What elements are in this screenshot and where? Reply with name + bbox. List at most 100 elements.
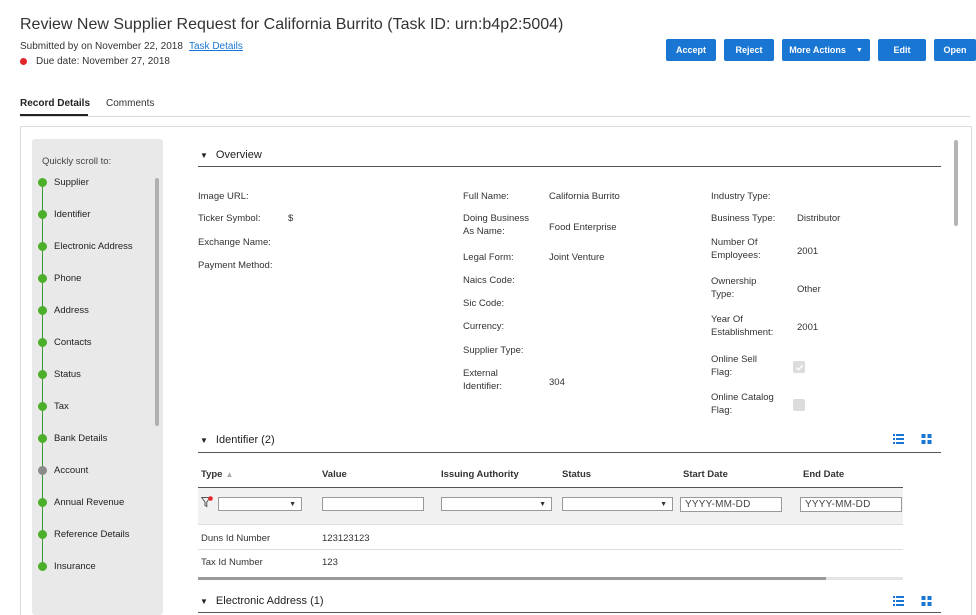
sidebar-item-tax[interactable]: Tax [38, 401, 69, 412]
business-type-label: Business Type: [711, 213, 776, 224]
page-title: Review New Supplier Request for Californ… [20, 16, 564, 33]
sidebar-scrollbar[interactable] [155, 178, 159, 426]
electronic-address-section-toggle[interactable]: ▼ Electronic Address (1) [200, 595, 324, 607]
status-dot [38, 306, 47, 315]
content-scrollbar[interactable] [954, 140, 958, 226]
ticker-symbol-label: Ticker Symbol: [198, 213, 261, 224]
status-dot [38, 178, 47, 187]
ownership-type-value: Other [797, 284, 821, 295]
overview-heading: Overview [215, 149, 262, 161]
sidebar-item-electronic-address[interactable]: Electronic Address [38, 241, 133, 252]
sidebar-item-address[interactable]: Address [38, 305, 89, 316]
status-filter-select[interactable]: ▼ [562, 497, 673, 511]
status-dot [38, 274, 47, 283]
column-header-issuing-authority[interactable]: Issuing Authority [441, 469, 519, 480]
sort-up-icon: ▲ [225, 470, 234, 479]
sidebar-item-annual-revenue[interactable]: Annual Revenue [38, 497, 124, 508]
list-view-icon[interactable] [893, 434, 904, 444]
task-details-link[interactable]: Task Details [189, 41, 243, 52]
identifier-section-toggle[interactable]: ▼ Identifier (2) [200, 434, 275, 446]
ownership-type-label: Ownership Type: [711, 276, 757, 300]
status-dot [38, 562, 47, 571]
column-header-value[interactable]: Value [322, 469, 347, 480]
open-label: Open [943, 45, 967, 55]
more-actions-button[interactable]: More Actions ▼ [782, 39, 870, 61]
image-url-label: Image URL: [198, 191, 249, 202]
accept-label: Accept [675, 45, 706, 55]
sidebar-item-phone[interactable]: Phone [38, 273, 81, 284]
currency-label: Currency: [463, 321, 505, 332]
value-filter-input[interactable] [322, 497, 424, 511]
sidebar-item-reference-details[interactable]: Reference Details [38, 529, 130, 540]
status-dot [38, 210, 47, 219]
sidebar-item-contacts[interactable]: Contacts [38, 337, 92, 348]
table-cell-value: 123 [322, 557, 338, 568]
start-date-filter-input[interactable]: YYYY-MM-DD [680, 497, 782, 512]
grid-view-icon[interactable] [921, 596, 932, 606]
column-header-start-date[interactable]: Start Date [683, 469, 728, 480]
collapse-triangle-icon: ▼ [200, 596, 208, 606]
sidebar-item-insurance[interactable]: Insurance [38, 561, 96, 572]
sidebar-item-label: Reference Details [54, 529, 130, 540]
row-divider [198, 549, 903, 550]
status-dot [38, 402, 47, 411]
sidebar-item-label: Insurance [54, 561, 96, 572]
online-sell-flag-checkbox[interactable] [793, 361, 805, 373]
ticker-symbol-value: $ [288, 213, 294, 224]
column-header-status[interactable]: Status [562, 469, 591, 480]
status-dot [38, 338, 47, 347]
list-view-icon[interactable] [893, 596, 904, 606]
online-catalog-flag-label: Online Catalog Flag: [711, 392, 774, 416]
open-button[interactable]: Open [934, 39, 976, 61]
status-dot [38, 466, 47, 475]
electronic-address-heading: Electronic Address (1) [215, 595, 324, 607]
due-date-text: Due date: November 27, 2018 [36, 56, 170, 67]
sidebar-item-status[interactable]: Status [38, 369, 81, 380]
column-header-end-date[interactable]: End Date [803, 469, 844, 480]
full-name-value: California Burrito [549, 191, 620, 202]
reject-label: Reject [735, 45, 763, 55]
number-of-employees-value: 2001 [797, 246, 819, 257]
sidebar-item-identifier[interactable]: Identifier [38, 209, 90, 220]
due-date: Due date: November 27, 2018 [20, 56, 170, 67]
online-sell-flag-label: Online Sell Flag: [711, 354, 757, 378]
end-date-filter-input[interactable]: YYYY-MM-DD [800, 497, 902, 512]
table-cell-type: Duns Id Number [201, 533, 271, 544]
reject-button[interactable]: Reject [724, 39, 774, 61]
sidebar-item-label: Bank Details [54, 433, 108, 444]
sic-code-label: Sic Code: [463, 298, 505, 309]
more-actions-label: More Actions [789, 45, 846, 55]
sidebar-item-bank-details[interactable]: Bank Details [38, 433, 107, 444]
checkmark-icon [795, 364, 803, 371]
status-dot [38, 498, 47, 507]
type-filter-select[interactable]: ▼ [218, 497, 302, 511]
tab-record-details[interactable]: Record Details [20, 98, 90, 109]
legal-form-value: Joint Venture [549, 252, 605, 263]
status-dot [38, 530, 47, 539]
tab-comments[interactable]: Comments [106, 98, 154, 109]
naics-code-label: Naics Code: [463, 275, 515, 286]
table-horizontal-scrollbar[interactable] [198, 577, 826, 580]
overview-section-toggle[interactable]: ▼ Overview [200, 149, 262, 161]
sidebar-item-account[interactable]: Account [38, 465, 88, 476]
accept-button[interactable]: Accept [666, 39, 716, 61]
column-header-type[interactable]: Type ▲ [201, 469, 233, 480]
online-catalog-flag-checkbox[interactable] [793, 399, 805, 411]
submitted-info: Submitted by on November 22, 2018 [20, 41, 183, 52]
filter-icon[interactable] [201, 496, 213, 508]
year-of-establishment-value: 2001 [797, 322, 819, 333]
sidebar-item-label: Status [54, 369, 81, 380]
column-header-label: Type [201, 469, 223, 480]
legal-form-label: Legal Form: [463, 252, 514, 263]
sidebar-item-label: Account [54, 465, 89, 476]
grid-view-icon[interactable] [921, 434, 932, 444]
status-dot [38, 370, 47, 379]
external-identifier-label: External Identifier: [463, 368, 503, 392]
edit-button[interactable]: Edit [878, 39, 926, 61]
supplier-type-label: Supplier Type: [463, 345, 524, 356]
industry-type-label: Industry Type: [711, 191, 771, 202]
issuing-authority-filter-select[interactable]: ▼ [441, 497, 552, 511]
sidebar-item-label: Address [54, 305, 89, 316]
collapse-triangle-icon: ▼ [200, 435, 208, 445]
sidebar-item-supplier[interactable]: Supplier [38, 177, 89, 188]
